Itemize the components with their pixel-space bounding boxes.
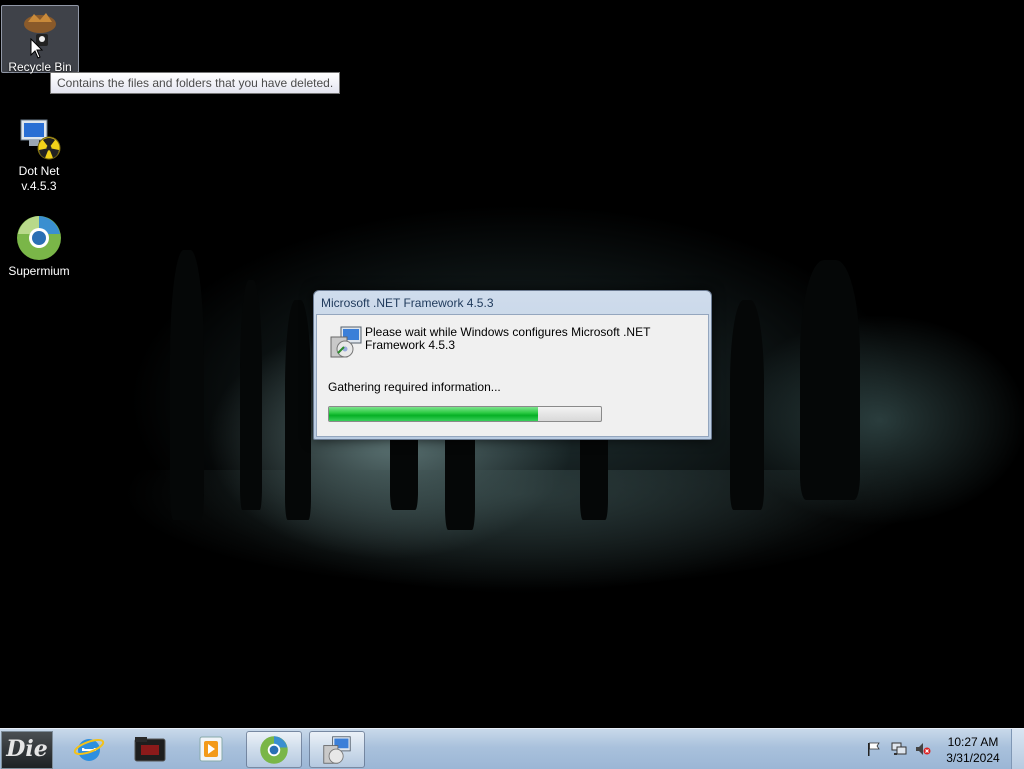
taskbar-file-explorer[interactable] — [123, 731, 177, 766]
progress-bar-fill — [329, 407, 539, 421]
dialog-body: Please wait while Windows configures Mic… — [316, 314, 709, 437]
clock-time: 10:27 AM — [947, 735, 999, 749]
setup-installer-icon — [323, 735, 351, 764]
dialog-status-text: Gathering required information... — [328, 380, 501, 394]
folder-icon — [134, 736, 166, 761]
desktop-background[interactable]: Recycle Bin Dot Net v.4.5.3 Supermium Co… — [0, 0, 1024, 728]
dot-net-label-line2: v.4.5.3 — [21, 179, 57, 193]
start-button[interactable]: Die — [1, 731, 53, 769]
clock-date: 3/31/2024 — [946, 751, 1000, 765]
internet-explorer-icon — [73, 738, 105, 761]
setup-installer-icon — [330, 326, 362, 358]
show-desktop-button[interactable] — [1011, 729, 1024, 769]
dialog-title: Microsoft .NET Framework 4.5.3 — [321, 296, 494, 310]
supermium-browser-icon — [15, 214, 63, 262]
taskbar-media-player[interactable] — [184, 731, 238, 766]
action-center-flag-icon[interactable] — [866, 742, 882, 756]
taskbar-internet-explorer[interactable] — [62, 731, 116, 766]
dot-net-label-line1: Dot Net — [18, 164, 60, 178]
dotnet-installer-icon — [15, 114, 63, 162]
supermium-label: Supermium — [8, 264, 70, 278]
recycle-bin-tooltip: Contains the files and folders that you … — [50, 72, 341, 94]
tree-trunk — [730, 300, 764, 510]
dotnet-setup-dialog[interactable]: Microsoft .NET Framework 4.5.3 Please wa… — [313, 290, 712, 440]
setup-progress-bar — [328, 406, 602, 422]
tree-trunk — [170, 250, 204, 520]
supermium-browser-icon — [260, 735, 288, 764]
volume-muted-icon[interactable] — [915, 742, 931, 756]
network-icon[interactable] — [891, 742, 907, 756]
tree-trunk — [800, 260, 860, 500]
media-player-icon — [199, 736, 223, 761]
taskbar-supermium[interactable] — [246, 731, 302, 768]
desktop-icon-dot-net[interactable]: Dot Net v.4.5.3 — [1, 110, 77, 194]
taskbar: Die 10:27 AM 3/31/2024 — [0, 728, 1024, 769]
taskbar-dotnet-setup[interactable] — [309, 731, 365, 768]
dialog-message: Please wait while Windows configures Mic… — [365, 325, 651, 352]
tree-trunk — [285, 300, 311, 520]
tree-trunk — [240, 280, 262, 510]
desktop-icon-supermium[interactable]: Supermium — [1, 210, 77, 279]
system-clock[interactable]: 10:27 AM 3/31/2024 — [936, 734, 1010, 766]
mouse-cursor-icon — [30, 38, 44, 59]
